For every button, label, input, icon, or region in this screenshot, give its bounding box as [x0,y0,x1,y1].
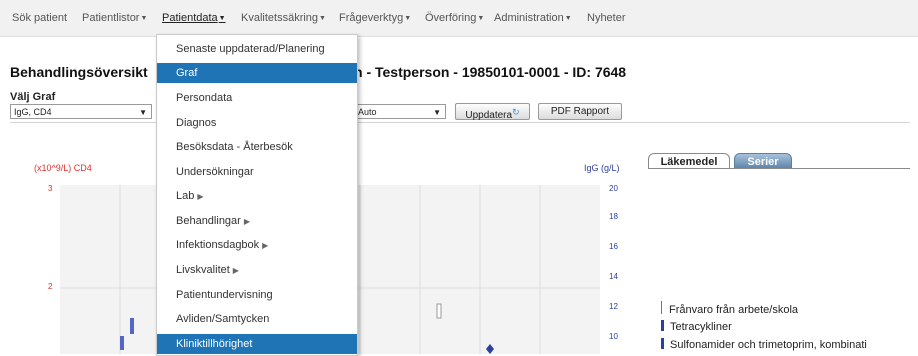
menu-item-persondata[interactable]: Persondata [157,88,357,108]
nav-label: Patientlistor [82,12,140,24]
nav-item-overforing[interactable]: Överföring▼ [425,12,484,24]
caret-down-icon: ▼ [140,15,148,22]
right-tick-label: 16 [609,242,618,251]
left-axis-label: (x10^9/L) CD4 [34,163,92,173]
graph-select-value: IgG, CD4 [14,107,52,117]
tab-lakemedel[interactable]: Läkemedel [648,153,730,169]
menu-item-avliden[interactable]: Avliden/Samtycken [157,309,357,329]
divider [10,122,910,123]
refresh-icon: ↻ [512,107,520,117]
absence-marker [436,303,442,319]
update-button-label: Uppdatera [465,110,513,121]
menu-item-label: Livskvalitet [176,264,230,276]
menu-item-undersokningar[interactable]: Undersökningar [157,162,357,182]
menu-item-besoksdata[interactable]: Besöksdata - Återbesök [157,137,357,157]
menu-item-infektionsdagbok[interactable]: Infektionsdagbok ▶ [157,235,357,255]
nav-label: Överföring [425,12,477,24]
legend-label: Sulfonamider och trimetoprim, kombinati [670,339,867,351]
legend-item: Tetracykliner [661,320,732,333]
series-bar [120,336,124,350]
right-tick-label: 14 [609,272,618,281]
legend-label: Tetracykliner [670,321,732,333]
menu-item-label: Lab [176,190,195,202]
caret-down-icon: ▼ [404,15,412,22]
top-navbar: Sök patient Patientlistor▼ Patientdata▼ … [0,0,918,37]
legend-item: Frånvaro från arbete/skola [661,301,798,316]
chevron-down-icon: ▼ [433,108,441,117]
menu-item-behandlingar[interactable]: Behandlingar ▶ [157,211,357,231]
menu-item-patientundervisning[interactable]: Patientundervisning [157,285,357,305]
right-tick-label: 20 [609,184,618,193]
caret-down-icon: ▼ [564,15,572,22]
right-axis-label: IgG (g/L) [584,163,620,173]
legend-swatch [661,320,664,331]
chevron-right-icon: ▶ [197,192,204,201]
page-title-patient: n - Testperson - 19850101-0001 - ID: 764… [354,64,627,80]
chevron-right-icon: ▶ [243,217,250,226]
scale-select-value: Auto [358,107,377,117]
legend-item: Sulfonamider och trimetoprim, kombinati [661,338,867,351]
patientdata-dropdown-menu: Senaste uppdaterad/Planering Graf Person… [156,34,358,356]
update-button[interactable]: Uppdatera↻ [455,103,530,121]
menu-item-lab[interactable]: Lab ▶ [157,186,357,206]
caret-down-icon: ▼ [319,15,326,22]
menu-item-diagnos[interactable]: Diagnos [157,113,357,133]
nav-item-administration[interactable]: Administration▼ [494,12,572,24]
legend-swatch [661,301,663,314]
nav-item-kvalitetssakring[interactable]: Kvalitetssäkring▼ [241,12,326,24]
graph-select-label: Välj Graf [10,91,56,103]
right-tick-label: 18 [609,212,618,221]
graph-select[interactable]: IgG, CD4 ▼ [10,104,152,119]
menu-item-kliniktillhorighet[interactable]: Kliniktillhörighet [157,334,357,354]
legend-swatch [661,338,664,349]
left-tick-label: 2 [48,282,53,291]
menu-item-livskvalitet[interactable]: Livskvalitet ▶ [157,260,357,280]
right-tick-label: 12 [609,302,618,311]
legend-label: Frånvaro från arbete/skola [669,304,799,316]
menu-item-label: Behandlingar [176,215,241,227]
tab-serier[interactable]: Serier [734,153,792,169]
caret-down-icon: ▼ [477,15,485,22]
scale-select[interactable]: Auto ▼ [354,104,446,119]
nav-item-fragevertyg[interactable]: Frågeverktyg▼ [339,12,411,24]
menu-item-senaste[interactable]: Senaste uppdaterad/Planering [157,39,357,59]
right-tick-label: 10 [609,332,618,341]
tabs-underline [648,168,910,169]
chevron-right-icon: ▶ [262,241,269,250]
menu-item-graf[interactable]: Graf [157,63,357,83]
nav-item-sok-patient[interactable]: Sök patient [12,12,67,24]
nav-label: Kvalitetssäkring [241,12,319,24]
page-title: Behandlingsöversikt [10,64,148,80]
nav-item-nyheter[interactable]: Nyheter [587,12,626,24]
menu-item-label: Infektionsdagbok [176,239,260,251]
chevron-down-icon: ▼ [139,108,147,117]
chevron-right-icon: ▶ [232,266,239,275]
nav-label: Frågeverktyg [339,12,404,24]
nav-label: Patientdata [162,12,218,24]
nav-item-patientdata[interactable]: Patientdata▼ [162,12,226,24]
pdf-report-button[interactable]: PDF Rapport [538,103,622,120]
nav-item-patientlistor[interactable]: Patientlistor▼ [82,12,147,24]
nav-label: Administration [494,12,564,24]
left-tick-label: 3 [48,184,53,193]
caret-down-icon: ▼ [218,15,226,22]
series-bar [130,318,134,334]
